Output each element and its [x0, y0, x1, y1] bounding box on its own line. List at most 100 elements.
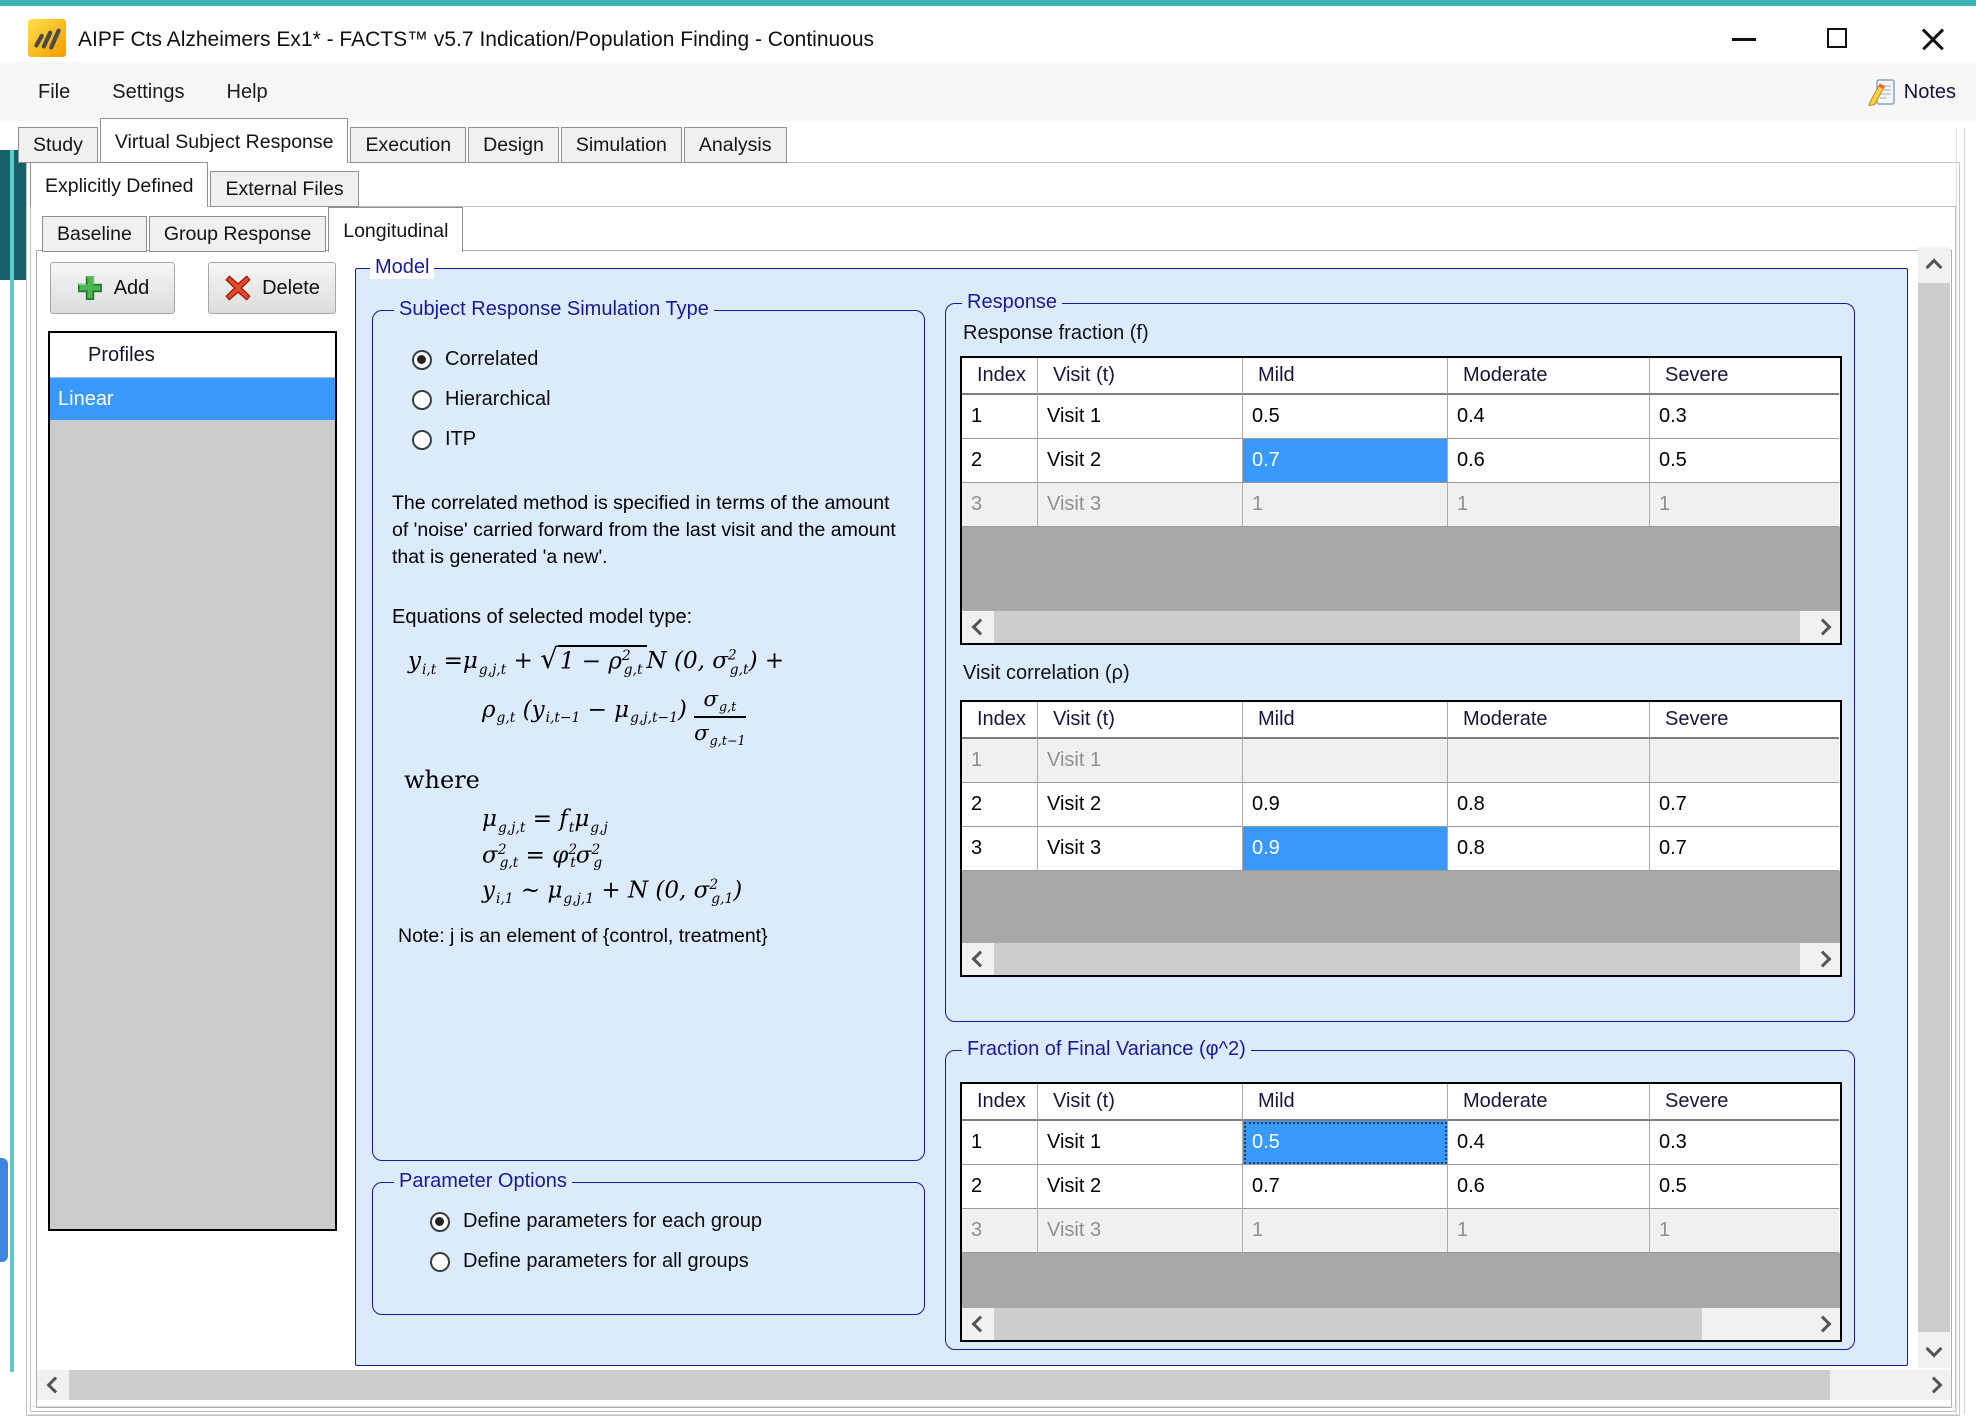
grid-cell[interactable]: Visit 1 — [1038, 1121, 1243, 1165]
menu-help[interactable]: Help — [227, 81, 268, 104]
column-header-mild: Mild — [1243, 702, 1448, 739]
menu-settings[interactable]: Settings — [112, 81, 184, 104]
radio-define-parameters-for-all-groups-icon[interactable] — [430, 1252, 450, 1272]
maximize-icon — [1827, 28, 1847, 48]
grid-cell[interactable]: Visit 3 — [1038, 827, 1243, 871]
grid-cell[interactable]: 0.5 — [1650, 439, 1839, 483]
grid-cell[interactable]: 2 — [962, 1165, 1038, 1209]
notes-button[interactable]: Notes — [1866, 70, 1956, 114]
simulation-type-label: Subject Response Simulation Type — [394, 298, 714, 321]
scroll-thumb[interactable] — [994, 943, 1800, 975]
delete-button[interactable]: Delete — [208, 262, 336, 314]
radio-correlated-icon[interactable] — [412, 350, 432, 370]
grid-cell[interactable]: 0.7 — [1650, 827, 1839, 871]
grid-cell[interactable]: 2 — [962, 439, 1038, 483]
tab-explicitly-defined[interactable]: Explicitly Defined — [30, 162, 208, 207]
tab-external-files[interactable]: External Files — [210, 171, 358, 207]
scroll-right-button[interactable] — [1808, 943, 1840, 975]
scroll-down-button[interactable] — [1918, 1332, 1950, 1368]
grid-cell[interactable]: 0.3 — [1650, 395, 1839, 439]
scroll-thumb[interactable] — [994, 1308, 1702, 1340]
scroll-track[interactable] — [69, 1370, 1919, 1400]
grid-cell[interactable]: 2 — [962, 783, 1038, 827]
scroll-track[interactable] — [994, 611, 1808, 643]
table-hscrollbar[interactable] — [962, 1308, 1840, 1340]
tab-longitudinal[interactable]: Longitudinal — [328, 207, 463, 252]
minimize-button[interactable] — [1722, 20, 1766, 60]
grid-cell[interactable]: 0.6 — [1448, 1165, 1650, 1209]
tab-design[interactable]: Design — [468, 127, 559, 163]
grid-cell[interactable]: 0.9 — [1243, 827, 1448, 871]
scroll-left-button[interactable] — [962, 943, 994, 975]
title-bar: AIPF Cts Alzheimers Ex1* - FACTS™ v5.7 I… — [0, 6, 1976, 62]
table-row: 1Visit 1 — [962, 739, 1840, 783]
radio-option-define-parameters-for-all-groups[interactable]: Define parameters for all groups — [430, 1250, 762, 1273]
scroll-track[interactable] — [994, 1308, 1808, 1340]
grid-cell[interactable]: Visit 1 — [1038, 395, 1243, 439]
chevron-right-icon — [1814, 1316, 1831, 1333]
scroll-up-button[interactable] — [1918, 247, 1950, 283]
grid-cell[interactable]: 3 — [962, 827, 1038, 871]
scroll-left-button[interactable] — [962, 611, 994, 643]
scroll-thumb[interactable] — [69, 1370, 1830, 1400]
radio-hierarchical-icon[interactable] — [412, 390, 432, 410]
scroll-track[interactable] — [994, 943, 1808, 975]
tab-study[interactable]: Study — [18, 127, 98, 163]
grid-cell[interactable]: 1 — [962, 395, 1038, 439]
grid-cell[interactable]: Visit 2 — [1038, 439, 1243, 483]
final-variance-label: Fraction of Final Variance (φ^2) — [962, 1038, 1251, 1061]
radio-option-define-parameters-for-each-group[interactable]: Define parameters for each group — [430, 1210, 762, 1233]
close-button[interactable] — [1910, 20, 1954, 60]
grid-cell[interactable]: 0.6 — [1448, 439, 1650, 483]
menu-file[interactable]: File — [38, 81, 70, 104]
grid-cell[interactable]: 1 — [962, 1121, 1038, 1165]
scroll-left-button[interactable] — [37, 1370, 69, 1400]
equation-line: σ2g,t = φ2tσ2g — [482, 842, 913, 872]
scroll-thumb[interactable] — [994, 611, 1800, 643]
radio-define-parameters-for-each-group-icon[interactable] — [430, 1212, 450, 1232]
grid-cell[interactable]: 0.4 — [1448, 395, 1650, 439]
grid-cell[interactable]: 0.8 — [1448, 827, 1650, 871]
scroll-right-button[interactable] — [1808, 1308, 1840, 1340]
radio-option-hierarchical[interactable]: Hierarchical — [412, 388, 551, 411]
radio-itp-icon[interactable] — [412, 430, 432, 450]
tab-analysis[interactable]: Analysis — [684, 127, 787, 163]
table-empty-area — [962, 527, 1840, 611]
maximize-button[interactable] — [1816, 20, 1860, 60]
tab-simulation[interactable]: Simulation — [561, 127, 682, 163]
grid-cell: 1 — [1448, 1209, 1650, 1253]
tab-baseline[interactable]: Baseline — [42, 216, 147, 252]
grid-cell[interactable]: 0.8 — [1448, 783, 1650, 827]
scroll-track[interactable] — [1918, 283, 1950, 1332]
grid-cell — [1243, 739, 1448, 783]
main-hscrollbar[interactable] — [37, 1370, 1951, 1400]
scroll-right-button[interactable] — [1919, 1370, 1951, 1400]
grid-cell[interactable]: 0.5 — [1243, 395, 1448, 439]
tab-virtual-subject-response[interactable]: Virtual Subject Response — [100, 118, 349, 163]
profile-item-linear[interactable]: Linear — [50, 378, 335, 420]
window-border-line — [1964, 128, 1965, 1414]
tab-execution[interactable]: Execution — [350, 127, 466, 163]
scroll-thumb[interactable] — [1918, 283, 1950, 1332]
grid-cell[interactable]: 0.7 — [1650, 783, 1839, 827]
grid-cell[interactable]: 0.7 — [1243, 1165, 1448, 1209]
table-hscrollbar[interactable] — [962, 611, 1840, 643]
radio-option-correlated[interactable]: Correlated — [412, 348, 551, 371]
column-header-index: Index — [962, 1084, 1038, 1121]
grid-cell[interactable]: Visit 2 — [1038, 1165, 1243, 1209]
tab-group-response[interactable]: Group Response — [149, 216, 326, 252]
scroll-left-button[interactable] — [962, 1308, 994, 1340]
grid-cell[interactable]: 0.7 — [1243, 439, 1448, 483]
radio-option-itp[interactable]: ITP — [412, 428, 551, 451]
grid-cell[interactable]: 0.5 — [1650, 1165, 1839, 1209]
grid-cell[interactable]: 0.4 — [1448, 1121, 1650, 1165]
table-hscrollbar[interactable] — [962, 943, 1840, 975]
main-vscrollbar[interactable] — [1918, 247, 1950, 1368]
grid-cell[interactable]: 0.5 — [1243, 1121, 1448, 1165]
grid-cell[interactable]: Visit 2 — [1038, 783, 1243, 827]
grid-cell[interactable]: 0.9 — [1243, 783, 1448, 827]
chevron-left-icon — [971, 951, 988, 968]
grid-cell[interactable]: 0.3 — [1650, 1121, 1839, 1165]
scroll-right-button[interactable] — [1808, 611, 1840, 643]
add-button[interactable]: Add — [50, 262, 175, 314]
